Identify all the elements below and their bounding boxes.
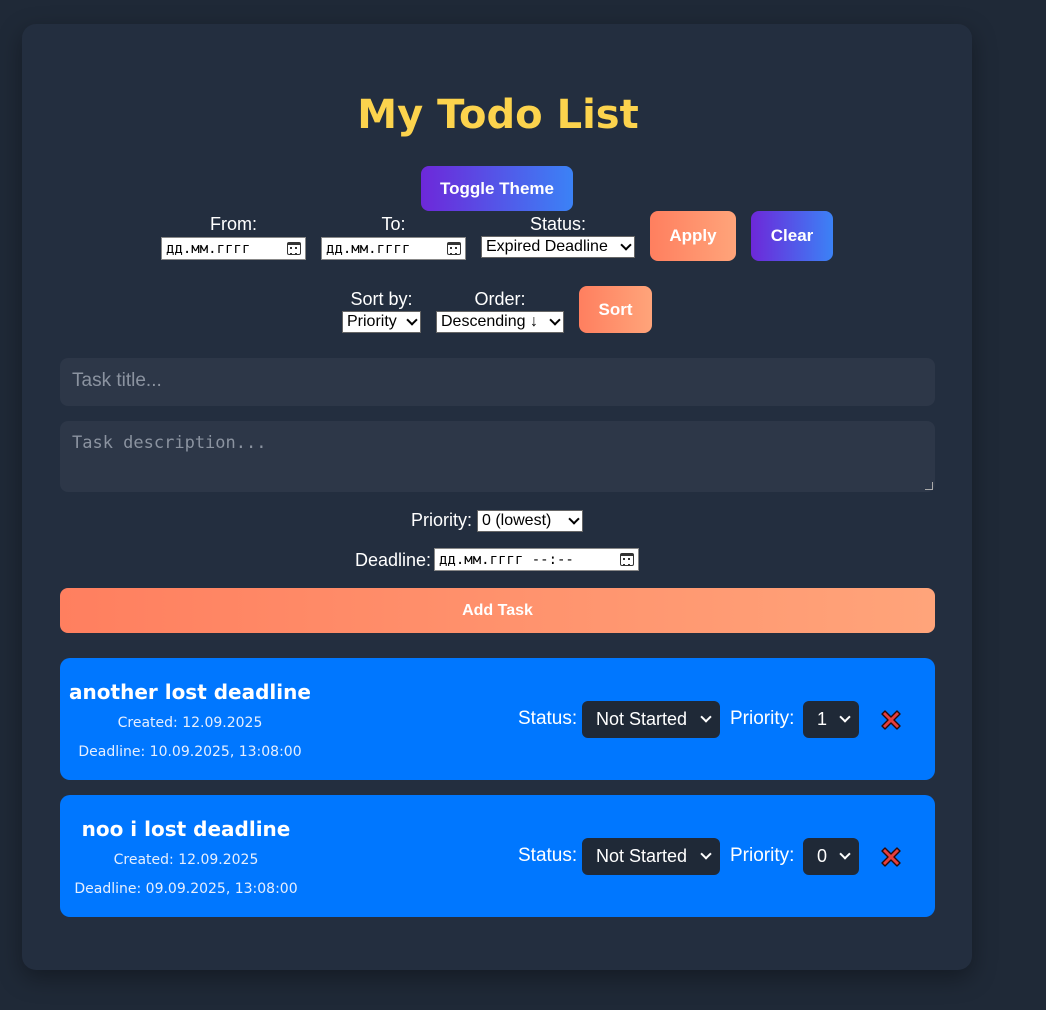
task-title-placeholder: Task title... xyxy=(72,370,162,391)
chevron-down-icon xyxy=(700,711,712,723)
task-title: another lost deadline xyxy=(69,680,311,704)
task-priority-label: Priority: xyxy=(730,708,795,729)
task-title: noo i lost deadline xyxy=(81,817,291,841)
task-created: Created: 12.09.2025 xyxy=(117,715,263,731)
from-date-input[interactable]: дд.мм.гггг xyxy=(161,237,306,260)
clear-button[interactable]: Clear xyxy=(751,211,833,261)
sort-button[interactable]: Sort xyxy=(579,286,652,333)
apply-button[interactable]: Apply xyxy=(650,211,736,261)
chevron-down-icon xyxy=(839,711,851,723)
calendar-icon[interactable] xyxy=(447,242,461,255)
chevron-down-icon xyxy=(549,314,561,326)
toggle-theme-button[interactable]: Toggle Theme xyxy=(421,166,573,211)
task-priority-select[interactable]: 0 xyxy=(803,838,859,875)
to-label: To: xyxy=(381,214,406,234)
task-status-select[interactable]: Not Started xyxy=(582,838,720,875)
status-filter-select[interactable]: Expired Deadline xyxy=(481,236,635,258)
task-priority-value: 1 xyxy=(817,709,828,729)
from-label: From: xyxy=(210,214,257,234)
calendar-icon[interactable] xyxy=(620,553,634,566)
task-status-label: Status: xyxy=(518,845,578,866)
from-date-value: дд.мм.гггг xyxy=(166,240,251,257)
task-status-select[interactable]: Not Started xyxy=(582,701,720,738)
page-title: My Todo List xyxy=(357,92,639,138)
task-status-value: Not Started xyxy=(596,709,688,729)
chevron-down-icon xyxy=(839,848,851,860)
task-deadline: Deadline: 09.09.2025, 13:08:00 xyxy=(74,881,298,897)
status-filter-label: Status: xyxy=(529,214,587,234)
order-select[interactable]: Descending ↓ xyxy=(436,311,564,333)
to-date-value: дд.мм.гггг xyxy=(326,240,411,257)
chevron-down-icon xyxy=(568,513,580,525)
chevron-down-icon xyxy=(620,239,632,251)
chevron-down-icon xyxy=(700,848,712,860)
add-task-button[interactable]: Add Task xyxy=(60,588,935,633)
priority-label: Priority: xyxy=(411,510,473,530)
deadline-input[interactable]: дд.мм.гггг --:-- xyxy=(434,548,639,571)
delete-task-icon[interactable] xyxy=(878,707,904,733)
task-deadline: Deadline: 10.09.2025, 13:08:00 xyxy=(78,744,302,760)
task-description-placeholder: Task description... xyxy=(72,433,267,453)
sort-by-select[interactable]: Priority xyxy=(342,311,421,333)
task-status-label: Status: xyxy=(518,708,578,729)
calendar-icon[interactable] xyxy=(287,242,301,255)
task-card: another lost deadline Created: 12.09.202… xyxy=(60,658,935,780)
chevron-down-icon xyxy=(406,314,418,326)
task-description-textarea[interactable]: Task description... xyxy=(60,421,935,492)
resize-handle[interactable] xyxy=(925,482,933,490)
task-status-value: Not Started xyxy=(596,846,688,866)
order-value: Descending ↓ xyxy=(441,313,538,330)
task-card: noo i lost deadline Created: 12.09.2025 … xyxy=(60,795,935,917)
task-title-input[interactable]: Task title... xyxy=(60,358,935,406)
deadline-label: Deadline: xyxy=(355,550,432,570)
sort-by-label: Sort by: xyxy=(350,289,413,309)
task-created: Created: 12.09.2025 xyxy=(113,852,259,868)
deadline-value: дд.мм.гггг --:-- xyxy=(439,551,574,568)
to-date-input[interactable]: дд.мм.гггг xyxy=(321,237,466,260)
status-filter-value: Expired Deadline xyxy=(486,238,608,255)
priority-select[interactable]: 0 (lowest) xyxy=(477,510,583,532)
sort-by-value: Priority xyxy=(347,313,397,330)
order-label: Order: xyxy=(474,289,526,309)
task-priority-label: Priority: xyxy=(730,845,795,866)
delete-task-icon[interactable] xyxy=(878,844,904,870)
task-priority-select[interactable]: 1 xyxy=(803,701,859,738)
task-priority-value: 0 xyxy=(817,846,828,866)
priority-value: 0 (lowest) xyxy=(482,512,552,529)
